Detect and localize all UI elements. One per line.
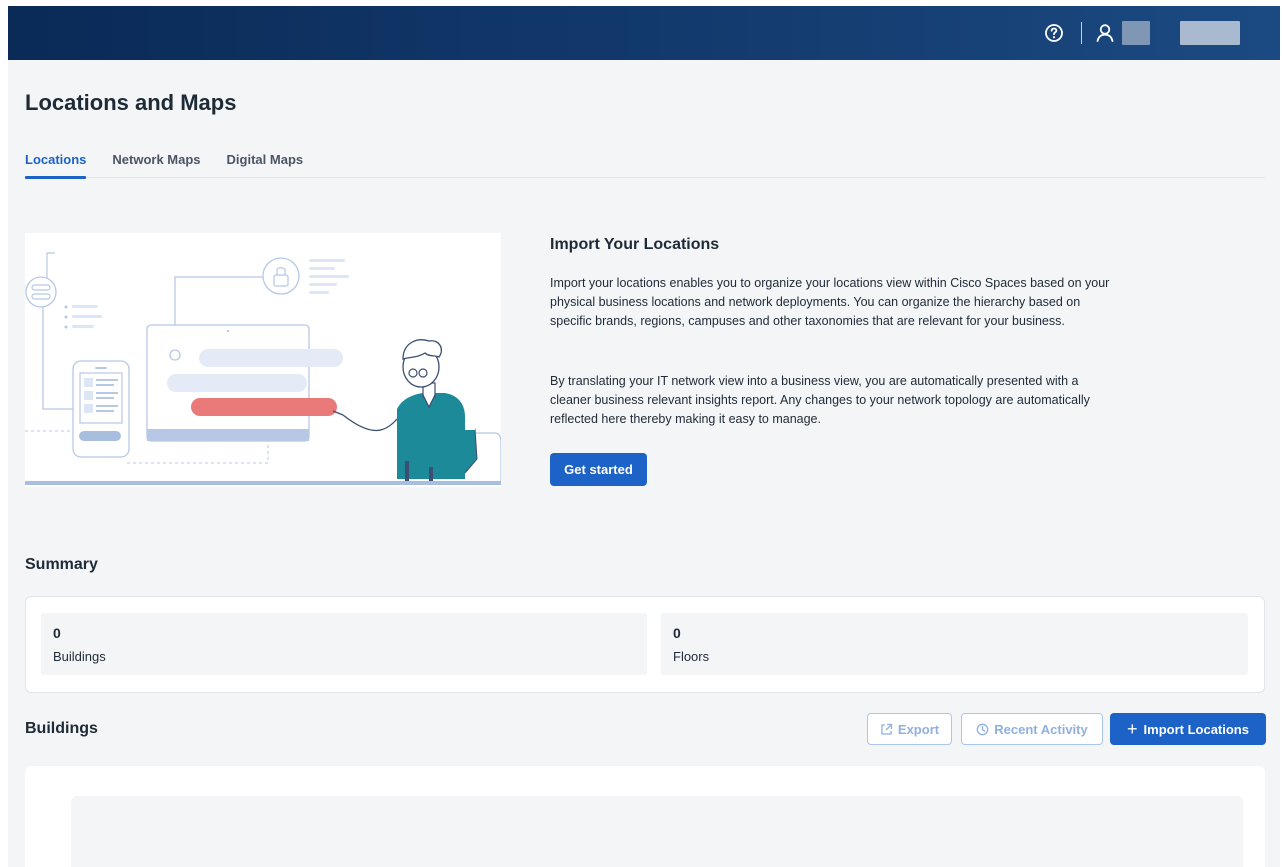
page-title: Locations and Maps — [25, 90, 237, 115]
user-name-redacted[interactable] — [1122, 21, 1150, 45]
buildings-stat: 0 Buildings — [41, 613, 647, 675]
get-started-button[interactable]: Get started — [550, 453, 647, 486]
tab-bar: Locations Network Maps Digital Maps — [25, 146, 1265, 179]
summary-title: Summary — [25, 556, 98, 573]
tab-network-maps[interactable]: Network Maps — [112, 146, 200, 178]
app-frame: Locations and Maps Locations Network Map… — [8, 6, 1280, 867]
recent-activity-button-label: Recent Activity — [994, 721, 1088, 737]
floors-count: 0 — [673, 625, 681, 641]
import-description-paragraph-1: Import your locations enables you to org… — [550, 276, 1110, 328]
tab-digital-maps[interactable]: Digital Maps — [227, 146, 304, 178]
external-link-icon — [880, 723, 893, 736]
account-name-redacted[interactable] — [1180, 21, 1240, 45]
import-locations-title: Import Your Locations — [550, 236, 720, 253]
import-locations-illustration — [25, 233, 502, 487]
buildings-count: 0 — [53, 625, 61, 641]
import-locations-button-label: Import Locations — [1143, 721, 1249, 737]
header-actions — [1043, 6, 1240, 60]
buildings-table-card — [25, 766, 1265, 867]
plus-icon: + — [1127, 719, 1138, 739]
recent-activity-button[interactable]: Recent Activity — [961, 713, 1103, 745]
buildings-section-title: Buildings — [25, 720, 98, 737]
clock-icon — [976, 723, 989, 736]
header-divider — [1081, 22, 1082, 44]
help-circle-icon[interactable] — [1043, 22, 1065, 44]
summary-card: 0 Buildings 0 Floors — [25, 596, 1265, 693]
top-navigation-bar — [8, 6, 1280, 60]
user-icon[interactable] — [1094, 22, 1116, 44]
export-button[interactable]: Export — [867, 713, 952, 745]
tab-locations[interactable]: Locations — [25, 146, 87, 179]
buildings-table-placeholder — [71, 796, 1243, 867]
floors-count-label: Floors — [673, 649, 710, 664]
floors-stat: 0 Floors — [661, 613, 1248, 675]
import-locations-button[interactable]: + Import Locations — [1110, 713, 1266, 745]
import-description-paragraph-2: By translating your IT network view into… — [550, 374, 1090, 426]
buildings-count-label: Buildings — [53, 649, 106, 664]
export-button-label: Export — [897, 721, 940, 737]
